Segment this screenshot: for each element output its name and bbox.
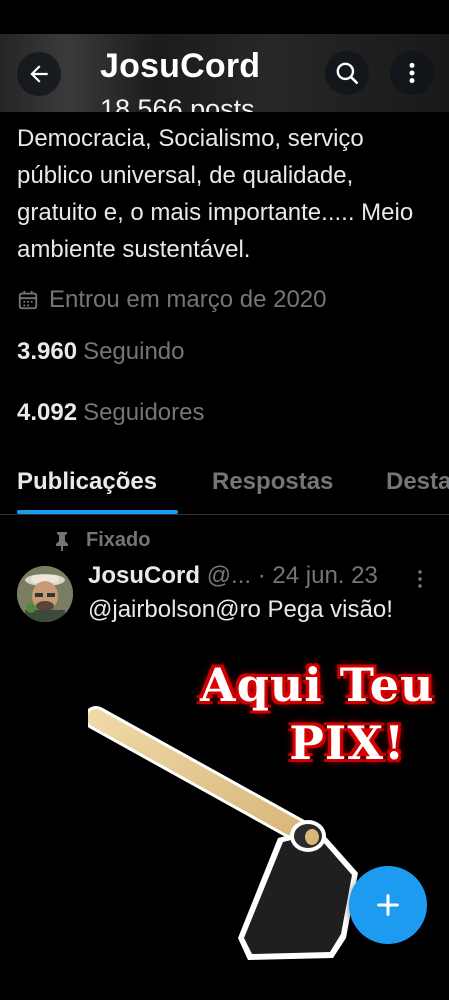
more-button[interactable] xyxy=(390,51,434,95)
search-icon xyxy=(336,62,359,85)
media-caption-line2: PIX! xyxy=(289,716,406,770)
status-bar xyxy=(0,0,449,34)
pin-icon xyxy=(56,531,68,551)
pinned-label: Fixado xyxy=(86,529,151,551)
bottom-strip xyxy=(0,966,449,1000)
tab-destaques[interactable]: Destaques xyxy=(386,468,449,496)
tweet-header: JosuCord @... · 24 jun. 23 xyxy=(88,562,438,590)
compose-post-button[interactable] xyxy=(349,866,427,944)
back-button[interactable] xyxy=(17,52,61,96)
calendar-icon xyxy=(18,290,38,310)
more-vertical-icon xyxy=(418,570,422,588)
pinned-indicator: Fixado xyxy=(54,529,150,552)
followers-link[interactable]: 4.092 Seguidores xyxy=(17,399,204,427)
profile-tabs: Publicações Respostas Destaques xyxy=(0,460,449,515)
following-label: Seguindo xyxy=(83,338,185,365)
tab-respostas[interactable]: Respostas xyxy=(212,468,333,496)
following-link[interactable]: 3.960 Seguindo xyxy=(17,338,185,366)
tweet-author-handle[interactable]: @... xyxy=(207,562,251,589)
tab-publicacoes[interactable]: Publicações xyxy=(17,468,157,496)
search-button[interactable] xyxy=(325,51,369,95)
tweet-date[interactable]: · 24 jun. 23 xyxy=(258,562,378,589)
tweet-author-name[interactable]: JosuCord xyxy=(88,562,200,589)
media-caption: Aqui Teu PIX! xyxy=(200,656,434,772)
followers-label: Seguidores xyxy=(83,399,205,426)
tweet-text: @jairbolson@ro Pega visão! xyxy=(88,596,393,623)
more-vertical-icon xyxy=(409,62,415,84)
post-count: 18.566 posts xyxy=(100,94,255,112)
avatar-image xyxy=(17,566,73,622)
profile-bio: Democracia, Socialismo, serviço público … xyxy=(17,125,414,263)
avatar[interactable] xyxy=(17,566,73,622)
active-tab-indicator xyxy=(17,510,178,514)
arrow-left-icon xyxy=(30,65,48,83)
page-title: JosuCord xyxy=(100,47,261,85)
followers-count: 4.092 xyxy=(17,399,78,426)
join-date-text: Entrou em março de 2020 xyxy=(49,286,327,313)
plus-icon xyxy=(377,894,399,916)
join-date: Entrou em março de 2020 xyxy=(17,286,327,314)
media-caption-line1: Aqui Teu xyxy=(200,658,435,712)
tweet-more-button[interactable] xyxy=(413,568,427,595)
profile-header: 18.566 posts JosuCord xyxy=(0,34,449,112)
following-count: 3.960 xyxy=(17,338,78,365)
